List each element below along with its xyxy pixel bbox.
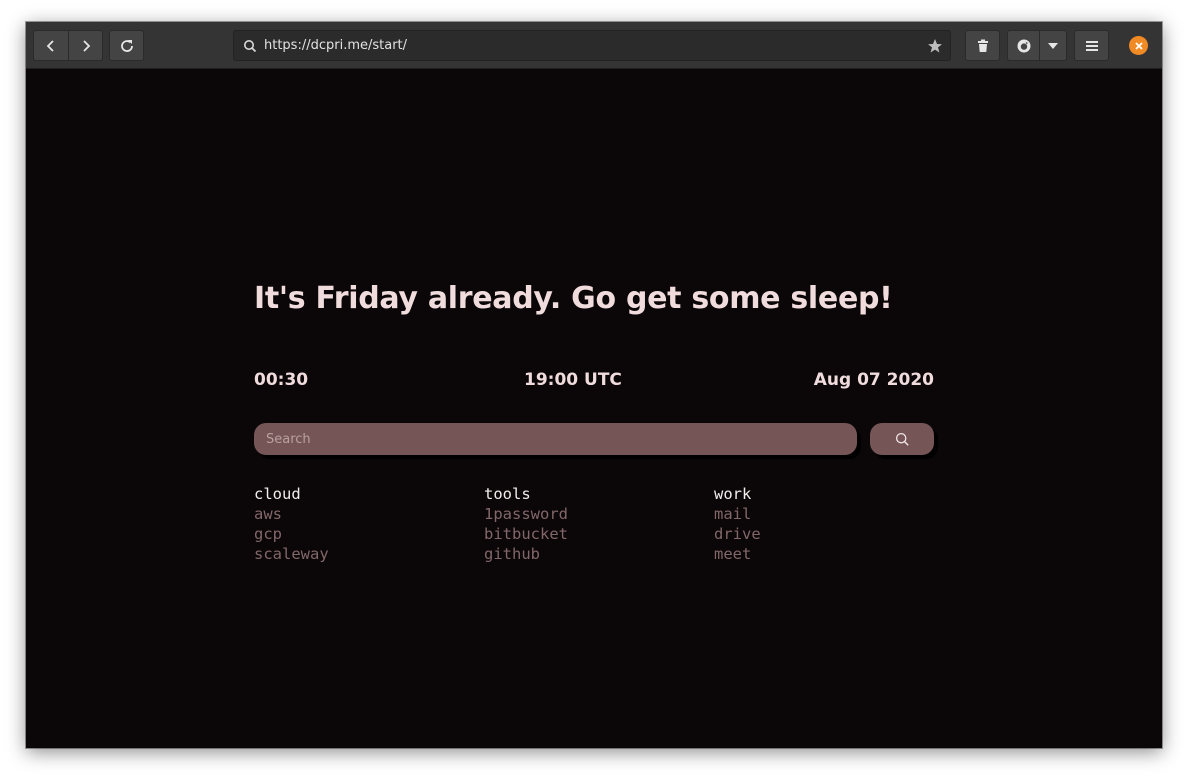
chevron-left-icon [46, 39, 54, 52]
caret-down-icon [1048, 42, 1059, 49]
browser-window: https://dcpri.me/start/ It's Friday alre… [26, 22, 1162, 748]
current-date: Aug 07 2020 [813, 370, 934, 390]
link-bitbucket[interactable]: bitbucket [484, 524, 568, 544]
link-group-title: work [714, 485, 752, 503]
search-icon [895, 432, 909, 446]
back-button[interactable] [34, 31, 68, 60]
close-icon [1134, 41, 1143, 50]
link-group-work: work mail drive meet [714, 484, 761, 564]
forward-button[interactable] [69, 31, 103, 60]
link-scaleway[interactable]: scaleway [254, 544, 329, 564]
link-1password[interactable]: 1password [484, 504, 568, 524]
link-gcp[interactable]: gcp [254, 524, 329, 544]
browser-toolbar: https://dcpri.me/start/ [26, 22, 1162, 69]
address-bar[interactable]: https://dcpri.me/start/ [233, 30, 951, 61]
dropdown-arrow[interactable] [1040, 42, 1066, 49]
trash-icon [977, 39, 988, 52]
close-window-button[interactable] [1129, 36, 1148, 55]
search-button[interactable] [870, 423, 934, 455]
delete-button[interactable] [965, 30, 1000, 61]
link-drive[interactable]: drive [714, 524, 761, 544]
link-mail[interactable]: mail [714, 504, 761, 524]
bookmark-star-icon[interactable] [927, 38, 943, 54]
url-text[interactable]: https://dcpri.me/start/ [264, 31, 407, 60]
hamburger-menu-icon [1085, 40, 1098, 51]
navigation-buttons [33, 30, 103, 61]
firefox-icon [1017, 39, 1031, 52]
utc-time: 19:00 UTC [524, 370, 622, 390]
search-icon [244, 40, 257, 53]
local-time: 00:30 [254, 370, 309, 390]
chevron-right-icon [83, 39, 91, 52]
firefox-icon-wrap [1008, 38, 1039, 54]
reload-button[interactable] [109, 30, 144, 61]
reload-icon [120, 39, 133, 52]
search-input[interactable] [254, 423, 857, 455]
page-headline: It's Friday already. Go get some sleep! [254, 281, 893, 316]
firefox-account-button[interactable] [1007, 30, 1067, 61]
page-content: It's Friday already. Go get some sleep! … [26, 69, 1162, 748]
link-group-title: tools [484, 485, 531, 503]
link-github[interactable]: github [484, 544, 568, 564]
menu-button[interactable] [1074, 30, 1109, 61]
link-aws[interactable]: aws [254, 504, 329, 524]
link-group-title: cloud [254, 485, 301, 503]
link-group-tools: tools 1password bitbucket github [484, 484, 568, 564]
link-meet[interactable]: meet [714, 544, 761, 564]
link-group-cloud: cloud aws gcp scaleway [254, 484, 329, 564]
